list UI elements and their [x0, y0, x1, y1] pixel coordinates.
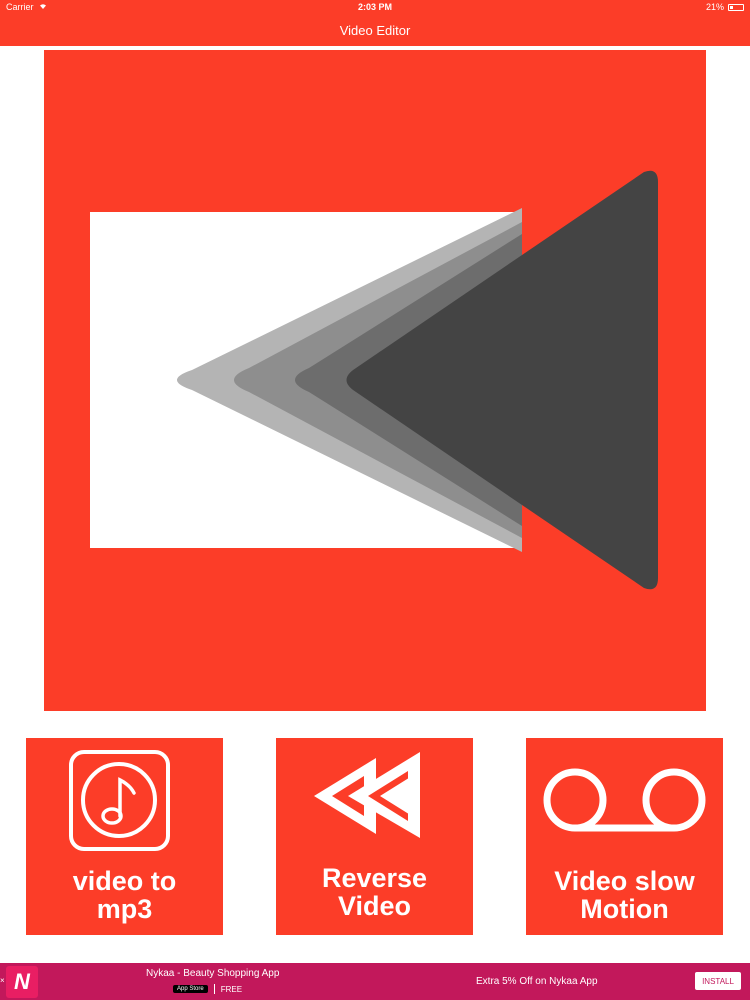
battery-icon [728, 3, 744, 11]
video-slow-motion-label-1: Video slow [554, 866, 695, 896]
nykaa-app-icon: N [6, 966, 38, 998]
video-to-mp3-label-1: video to [72, 866, 177, 896]
battery-percent: 21% [705, 2, 724, 12]
status-bar: Carrier 2:03 PM 21% [0, 0, 750, 14]
ad-separator [213, 984, 215, 994]
video-slow-motion-label-2: Motion [580, 894, 669, 924]
status-right: 21% [706, 2, 744, 12]
reverse-video-logo-icon [90, 170, 658, 590]
video-to-mp3-button[interactable]: video to mp3 [26, 738, 223, 935]
nav-bar: Video Editor [0, 14, 750, 46]
video-to-mp3-label-2: mp3 [96, 894, 153, 924]
ad-subline: App Store FREE [173, 984, 242, 994]
reverse-video-button[interactable]: Reverse Video [276, 738, 473, 935]
reverse-video-label-2: Video [337, 891, 412, 921]
ad-app-name: Nykaa - Beauty Shopping App [146, 968, 280, 979]
ad-promo-text: Extra 5% Off on Nykaa App [476, 976, 598, 987]
status-time: 2:03 PM [357, 2, 392, 12]
install-button[interactable]: INSTALL [695, 972, 741, 990]
video-slow-motion-button[interactable]: Video slow Motion [526, 738, 723, 935]
page-title: Video Editor [339, 22, 411, 38]
hero-logo [44, 50, 706, 711]
ad-price: FREE [220, 984, 243, 994]
ad-banner[interactable]: × N Nykaa - Beauty Shopping App App Stor… [0, 963, 750, 1000]
reverse-video-label-1: Reverse [321, 863, 428, 893]
app-store-badge: App Store [173, 985, 208, 993]
